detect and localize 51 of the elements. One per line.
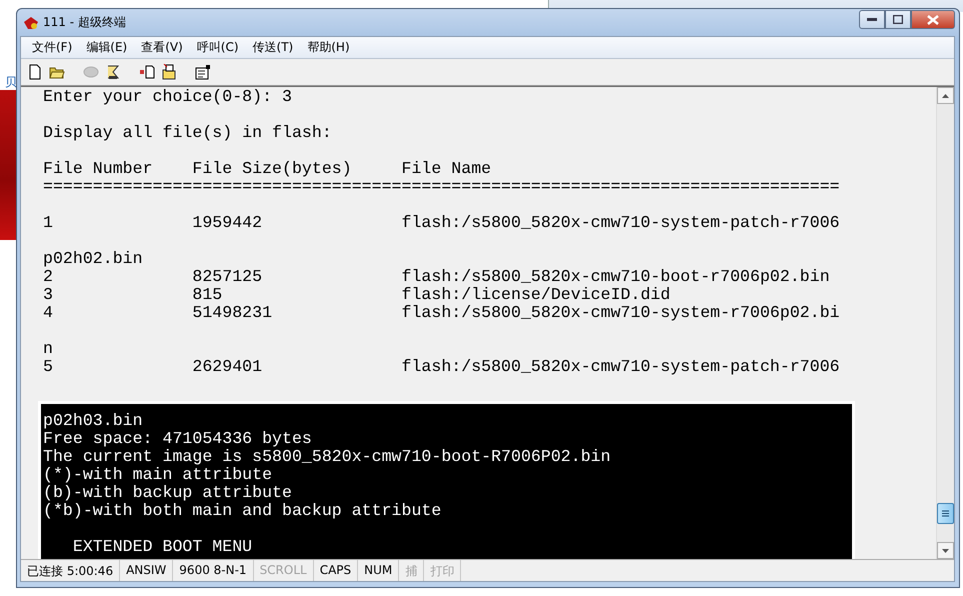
menu-item[interactable]: 帮助(H): [300, 39, 357, 56]
terminal-line: n: [43, 340, 54, 358]
terminal-line: 5 2629401 flash:/s5800_5820x-cmw710-system-patch-r7006: [43, 358, 841, 376]
console-line: (b)-with backup attribute: [43, 484, 293, 502]
minimize-icon: [867, 18, 877, 22]
terminal-line: 1 1959442 flash:/s5800_5820x-cmw710-system-patch-r7006: [43, 214, 841, 232]
grip-icon: [942, 510, 949, 517]
new-document-icon[interactable]: [27, 64, 43, 80]
console-line: (*b)-with both main and backup attribute: [43, 502, 442, 520]
terminal-line: File Number File Size(bytes) File Name: [43, 160, 492, 178]
close-icon: [927, 14, 939, 24]
status-field: 捕: [399, 560, 424, 581]
send-file-icon[interactable]: [139, 64, 155, 80]
window-title: 111 - 超级终端: [43, 14, 127, 31]
up-arrow-icon: [942, 94, 949, 98]
terminal-line: 4 51498231 flash:/s5800_5820x-cmw710-system-r7006p02.bi: [43, 304, 841, 322]
terminal-line: ================================================================================: [43, 178, 841, 196]
status-field: 已连接 5:00:46: [21, 560, 120, 581]
down-arrow-icon: [942, 548, 949, 552]
app-icon: [23, 16, 39, 30]
maximize-icon: [893, 15, 903, 24]
scroll-thumb[interactable]: [937, 503, 954, 524]
terminal-line: 3 815 flash:/license/DeviceID.did: [43, 286, 672, 304]
status-field: CAPS: [314, 560, 358, 581]
receive-file-icon[interactable]: [161, 64, 177, 80]
close-button[interactable]: [911, 10, 955, 29]
properties-icon[interactable]: [195, 64, 211, 80]
maximize-button[interactable]: [885, 10, 911, 29]
console-line: Free space: 471054336 bytes: [43, 430, 313, 448]
menu-item[interactable]: 呼叫(C): [190, 39, 246, 56]
status-field: NUM: [358, 560, 400, 581]
menu-item[interactable]: 传送(T): [246, 39, 300, 56]
terminal-line: Enter your choice(0-8): 3: [43, 88, 293, 106]
scrollbar[interactable]: [936, 87, 954, 559]
console-line: (*)-with main attribute: [43, 466, 274, 484]
status-field: 9600 8-N-1: [173, 560, 254, 581]
console-line: The current image is s5800_5820x-cmw710-boot-R7006P02.bin: [43, 448, 612, 466]
menu-item[interactable]: 查看(V): [134, 39, 190, 56]
menu-item[interactable]: 文件(F): [25, 39, 80, 56]
scroll-up-button[interactable]: [937, 87, 954, 104]
scroll-down-button[interactable]: [937, 542, 954, 559]
terminal-line: Display all file(s) in flash:: [43, 124, 333, 142]
status-field: SCROLL: [254, 560, 314, 581]
console-line: p02h03.bin: [43, 412, 144, 430]
console-line: EXTENDED BOOT MENU: [72, 538, 254, 556]
minimize-button[interactable]: [859, 10, 885, 29]
terminal-line: p02h02.bin: [43, 250, 144, 268]
terminal-line: 2 8257125 flash:/s5800_5820x-cmw710-boot-r7006p02.bin: [43, 268, 831, 286]
status-field: ANSIW: [120, 560, 174, 581]
status-field: 打印: [424, 560, 462, 581]
menu-item[interactable]: 编辑(E): [79, 39, 134, 56]
